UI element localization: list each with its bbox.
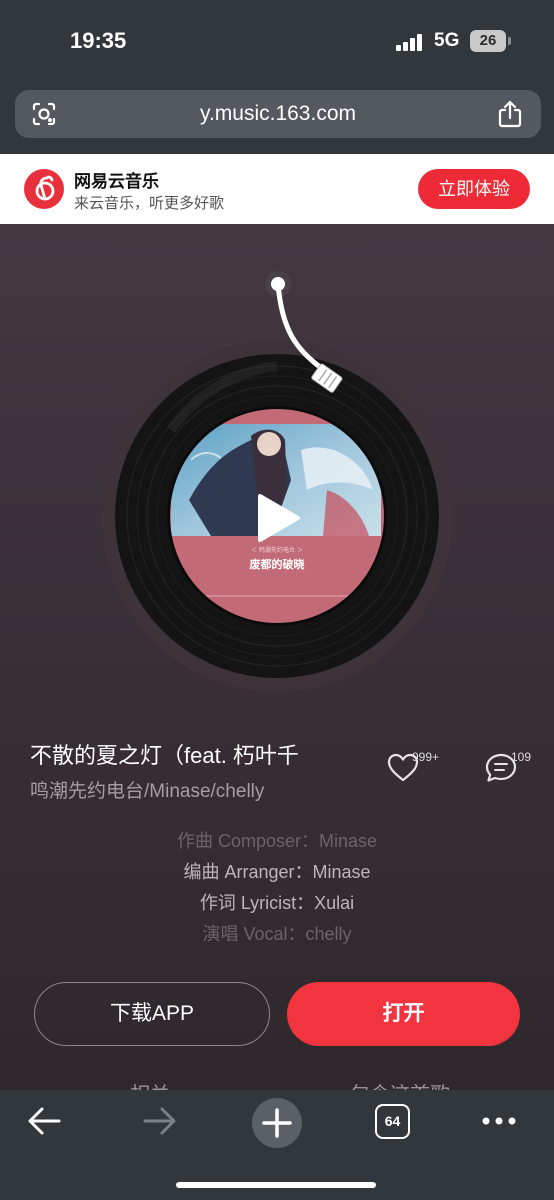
url-text[interactable]: y.music.163.com <box>15 102 541 126</box>
credit-line: 演唱 Vocal：chelly <box>202 924 352 944</box>
app-slogan: 来云音乐，听更多好歌 <box>74 195 225 212</box>
like-count: 999+ <box>412 750 440 764</box>
album-title: 废都的破晓 <box>250 557 305 571</box>
credit-line: 编曲 Arranger：Minase <box>183 862 371 882</box>
network-type: 5G <box>434 30 460 51</box>
app-name: 网易云音乐 <box>74 172 159 191</box>
play-icon[interactable] <box>254 492 302 544</box>
battery-icon: 26 <box>470 30 511 52</box>
more-icon[interactable] <box>481 1116 517 1126</box>
app-download-banner: 网易云音乐 来云音乐，听更多好歌 立即体验 <box>0 154 554 224</box>
share-icon[interactable] <box>497 99 523 129</box>
open-app-button[interactable]: 打开 <box>287 982 520 1046</box>
album-tag: ＜ 鸣潮先约电台 ＞ <box>251 546 303 554</box>
netease-music-logo <box>24 169 64 209</box>
lyrics-credits: 作曲 Composer：Minase 编曲 Arranger：Minase 作词… <box>0 826 554 950</box>
section-tabs-peek: 相关 包含这首歌 <box>0 1078 554 1090</box>
new-tab-button[interactable] <box>252 1098 302 1148</box>
status-time: 19:35 <box>70 28 127 53</box>
song-title: 不散的夏之灯（feat. 朽叶千 <box>30 743 299 768</box>
status-bar: 19:35 5G 26 <box>0 0 554 80</box>
browser-url-area: y.music.163.com <box>0 80 554 154</box>
home-indicator <box>176 1182 376 1188</box>
forward-arrow-icon[interactable] <box>142 1106 178 1136</box>
song-artist[interactable]: 鸣潮先约电台/Minase/chelly <box>30 776 264 803</box>
address-bar[interactable]: y.music.163.com <box>15 90 541 138</box>
try-now-button[interactable]: 立即体验 <box>418 169 530 209</box>
comment-count: 109 <box>511 750 532 764</box>
peek-right-label: 包含这首歌 <box>350 1078 450 1090</box>
signal-icon <box>396 33 424 51</box>
plus-icon <box>262 1108 292 1138</box>
download-app-button[interactable]: 下载APP <box>34 982 270 1046</box>
tabs-button[interactable]: 64 <box>375 1104 410 1139</box>
back-arrow-icon[interactable] <box>26 1106 62 1136</box>
credit-line: 作词 Lyricist：Xulai <box>199 893 355 913</box>
peek-left-label: 相关 <box>130 1078 170 1090</box>
player-page: ＜ 鸣潮先约电台 ＞ 废都的破晓 不散的夏之灯（feat. 朽叶千 鸣潮先约电台… <box>0 224 554 1090</box>
tonearm <box>265 271 343 393</box>
credit-line: 作曲 Composer：Minase <box>176 831 378 851</box>
battery-level: 26 <box>479 32 497 49</box>
